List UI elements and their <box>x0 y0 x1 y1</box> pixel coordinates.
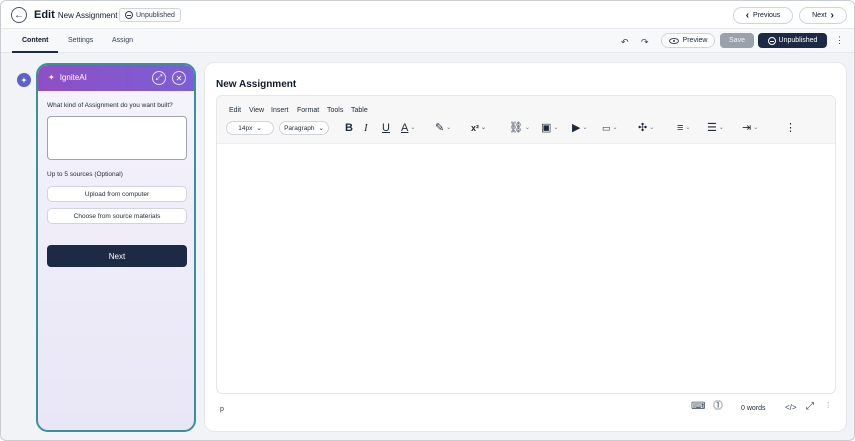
next-nav-label: Next <box>812 12 827 19</box>
menu-edit[interactable]: Edit <box>229 107 241 114</box>
underline-icon[interactable]: U <box>382 122 390 134</box>
previous-button[interactable]: ‹ Previous <box>733 7 793 24</box>
publish-state-label: Unpublished <box>778 37 818 44</box>
tab-content[interactable]: Content <box>22 37 48 44</box>
chevron-down-icon: ⌄ <box>481 125 487 131</box>
chevron-down-icon: ⌄ <box>410 125 416 131</box>
source-code-icon[interactable]: </> <box>785 404 797 412</box>
menu-format[interactable]: Format <box>297 107 319 114</box>
tab-assign[interactable]: Assign <box>112 37 133 44</box>
menu-tools[interactable]: Tools <box>327 107 343 114</box>
choose-source-materials-button[interactable]: Choose from source materials <box>47 208 187 224</box>
chevron-down-icon: ⌄ <box>318 125 324 132</box>
ai-panel-title-text: IgniteAI <box>59 73 87 82</box>
chevron-down-icon: ⌄ <box>718 125 724 131</box>
chevron-right-icon: › <box>830 9 834 21</box>
menu-insert[interactable]: Insert <box>271 107 289 114</box>
element-path[interactable]: p <box>220 406 224 413</box>
ai-rail-button[interactable]: ✦ <box>17 73 31 87</box>
status-badge: Unpublished <box>119 8 181 22</box>
editor-card: New Assignment Edit View Insert Format T… <box>204 62 847 432</box>
eye-icon <box>668 37 679 44</box>
tab-settings[interactable]: Settings <box>68 37 93 44</box>
chevron-left-icon: ‹ <box>745 9 750 21</box>
arrow-left-icon: ← <box>14 9 24 21</box>
tab-bar: Content Settings Assign ↶ ↷ Preview Save… <box>1 29 854 53</box>
keyboard-icon[interactable]: ⌨ <box>691 402 705 412</box>
rich-text-editor: Edit View Insert Format Tools Table 14px… <box>216 95 836 394</box>
word-count[interactable]: 0 words <box>741 405 766 412</box>
resize-handle-icon[interactable]: ⁞ <box>827 402 829 410</box>
expand-icon[interactable]: ⤢ <box>152 71 166 85</box>
text-color-icon[interactable]: A ⌄ <box>401 122 415 134</box>
chevron-down-icon: ⌄ <box>256 125 262 132</box>
indent-icon[interactable]: ⇥ ⌄ <box>742 122 758 134</box>
media-icon[interactable]: ▶ ⌄ <box>572 122 588 134</box>
back-button[interactable]: ← <box>11 7 27 23</box>
ai-panel-title: ✦ IgniteAI <box>48 73 87 82</box>
undo-icon[interactable]: ↶ <box>621 38 629 47</box>
apps-icon[interactable]: ✣ ⌄ <box>638 122 654 134</box>
superscript-icon[interactable]: x² ⌄ <box>471 122 486 134</box>
ai-prompt-input[interactable] <box>47 116 187 160</box>
save-button[interactable]: Save <box>720 33 754 48</box>
top-header: ← Edit New Assignment Unpublished ‹ Prev… <box>1 1 854 29</box>
editor-content-area[interactable] <box>217 144 835 393</box>
chevron-down-icon: ⌄ <box>582 125 588 131</box>
fullscreen-icon[interactable]: ⤢ <box>806 402 814 412</box>
block-format-value: Paragraph <box>284 124 315 132</box>
chevron-down-icon: ⌄ <box>612 125 618 131</box>
previous-label: Previous <box>753 12 781 19</box>
list-icon[interactable]: ☰ ⌄ <box>707 122 724 134</box>
ai-panel-header: ✦ IgniteAI ⤢ ✕ <box>38 65 194 91</box>
chevron-down-icon: ⌄ <box>524 125 530 131</box>
status-badge-label: Unpublished <box>136 11 175 19</box>
ai-sources-label: Up to 5 sources (Optional) <box>47 171 123 178</box>
font-size-value: 14px <box>238 124 253 132</box>
align-icon[interactable]: ≡ ⌄ <box>677 122 690 134</box>
chevron-down-icon: ⌄ <box>753 125 759 131</box>
more-options-icon[interactable]: ⋮ <box>835 36 844 45</box>
font-size-select[interactable]: 14px ⌄ <box>226 121 274 135</box>
image-icon[interactable]: ▣ ⌄ <box>541 122 558 134</box>
preview-label: Preview <box>682 37 708 44</box>
unpublished-icon <box>125 11 133 19</box>
publish-state-button[interactable]: Unpublished <box>758 33 827 48</box>
next-nav-button[interactable]: Next › <box>799 7 847 24</box>
editor-toolbar: Edit View Insert Format Tools Table 14px… <box>217 96 835 144</box>
bold-icon[interactable]: B <box>345 122 353 134</box>
app-window: ← Edit New Assignment Unpublished ‹ Prev… <box>0 0 855 441</box>
close-icon[interactable]: ✕ <box>172 71 186 85</box>
page-title: Edit New Assignment <box>34 9 117 21</box>
redo-icon[interactable]: ↷ <box>641 38 649 47</box>
sparkle-icon: ✦ <box>48 73 55 82</box>
chevron-down-icon: ⌄ <box>685 125 691 131</box>
assignment-title: New Assignment <box>216 79 297 90</box>
page-title-bold: Edit <box>34 9 55 21</box>
accessibility-icon[interactable]: ⓵ <box>713 402 723 412</box>
italic-icon[interactable]: I <box>364 122 368 134</box>
unpublished-icon <box>767 36 776 45</box>
document-icon[interactable]: ▭ ⌄ <box>602 122 618 134</box>
more-tools-icon[interactable]: ⋮ <box>785 122 796 134</box>
ai-question-label: What kind of Assignment do you want buil… <box>47 102 173 109</box>
block-format-select[interactable]: Paragraph ⌄ <box>279 121 329 135</box>
active-tab-indicator <box>12 51 58 53</box>
ai-panel: ✦ IgniteAI ⤢ ✕ What kind of Assignment d… <box>36 63 196 432</box>
highlight-icon[interactable]: ✎ ⌄ <box>435 122 451 134</box>
menu-view[interactable]: View <box>249 107 264 114</box>
upload-from-computer-button[interactable]: Upload from computer <box>47 186 187 202</box>
chevron-down-icon: ⌄ <box>446 125 452 131</box>
link-icon[interactable]: ⛓ ⌄ <box>509 122 530 134</box>
sparkle-icon: ✦ <box>20 75 28 85</box>
chevron-down-icon: ⌄ <box>553 125 559 131</box>
preview-button[interactable]: Preview <box>661 33 715 48</box>
ai-next-button[interactable]: Next <box>47 245 187 267</box>
page-title-name: New Assignment <box>57 11 118 20</box>
menu-table[interactable]: Table <box>351 107 368 114</box>
chevron-down-icon: ⌄ <box>649 125 655 131</box>
